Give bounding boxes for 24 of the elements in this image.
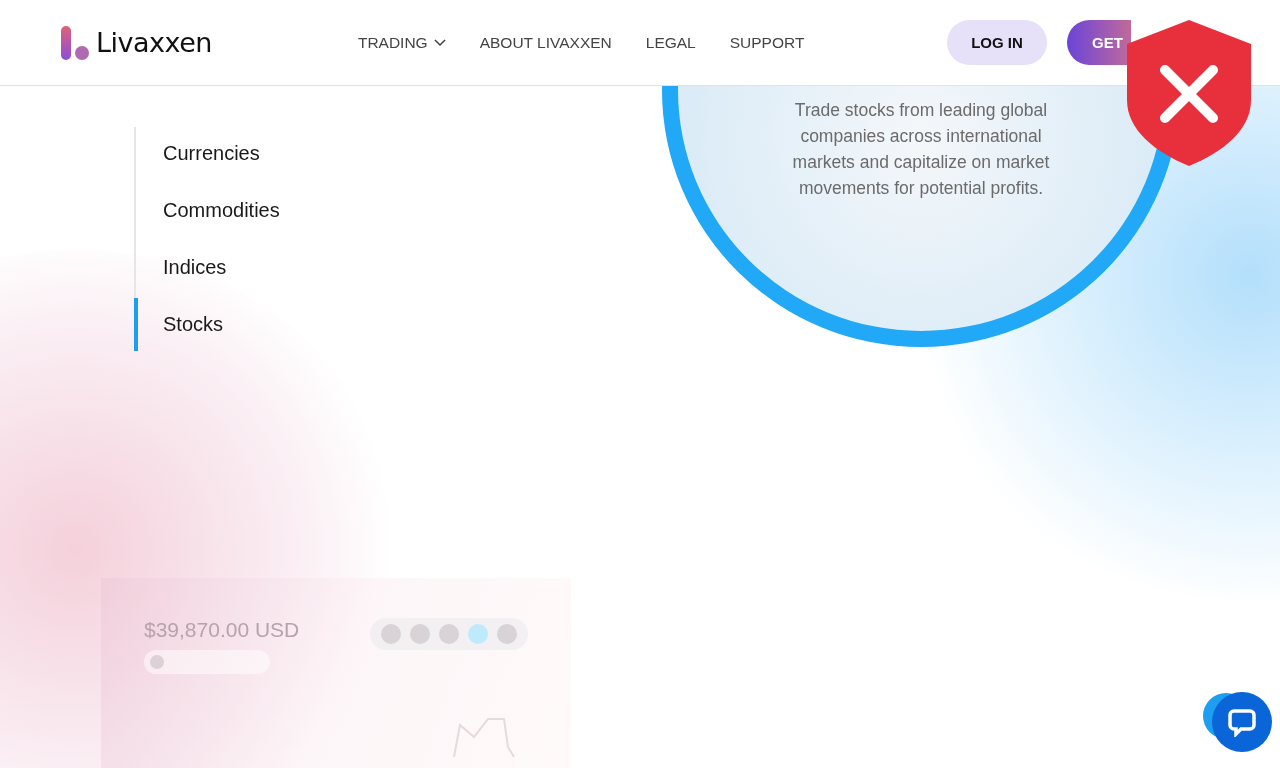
market-tab[interactable]: Currencies <box>134 127 396 180</box>
get-started-button[interactable]: GET <box>1067 20 1131 65</box>
nav-link[interactable]: LEGAL <box>645 33 696 52</box>
period-option[interactable] <box>438 624 459 644</box>
line-chart-drawing <box>453 718 515 758</box>
chat-bubble-icon <box>1227 707 1257 737</box>
nav-link[interactable]: ABOUT LIVAXXEN <box>479 33 612 52</box>
market-tab[interactable]: Stocks <box>134 298 396 351</box>
period-option[interactable] <box>468 624 489 644</box>
period-option[interactable] <box>497 624 518 644</box>
feature-description: Trade stocks from leading global companies across international markets and capitalize on market movements for potential profits. <box>791 99 1051 200</box>
price-text: $39,870.00 USD <box>144 618 300 642</box>
market-tab[interactable]: Commodities <box>134 184 396 237</box>
market-tab[interactable]: Indices <box>134 241 396 294</box>
logo-text: Livaxxen <box>96 27 212 58</box>
period-option[interactable] <box>380 624 401 644</box>
nav-dropdown[interactable]: TRADING <box>357 33 446 52</box>
login-button[interactable]: LOG IN <box>947 20 1047 65</box>
nav-link[interactable]: SUPPORT <box>729 33 805 52</box>
caret-icon <box>433 38 446 47</box>
logo[interactable]: Livaxxen <box>60 25 212 60</box>
logo-icon <box>60 25 90 60</box>
chat-button[interactable] <box>1203 690 1273 753</box>
period-option[interactable] <box>409 624 430 644</box>
